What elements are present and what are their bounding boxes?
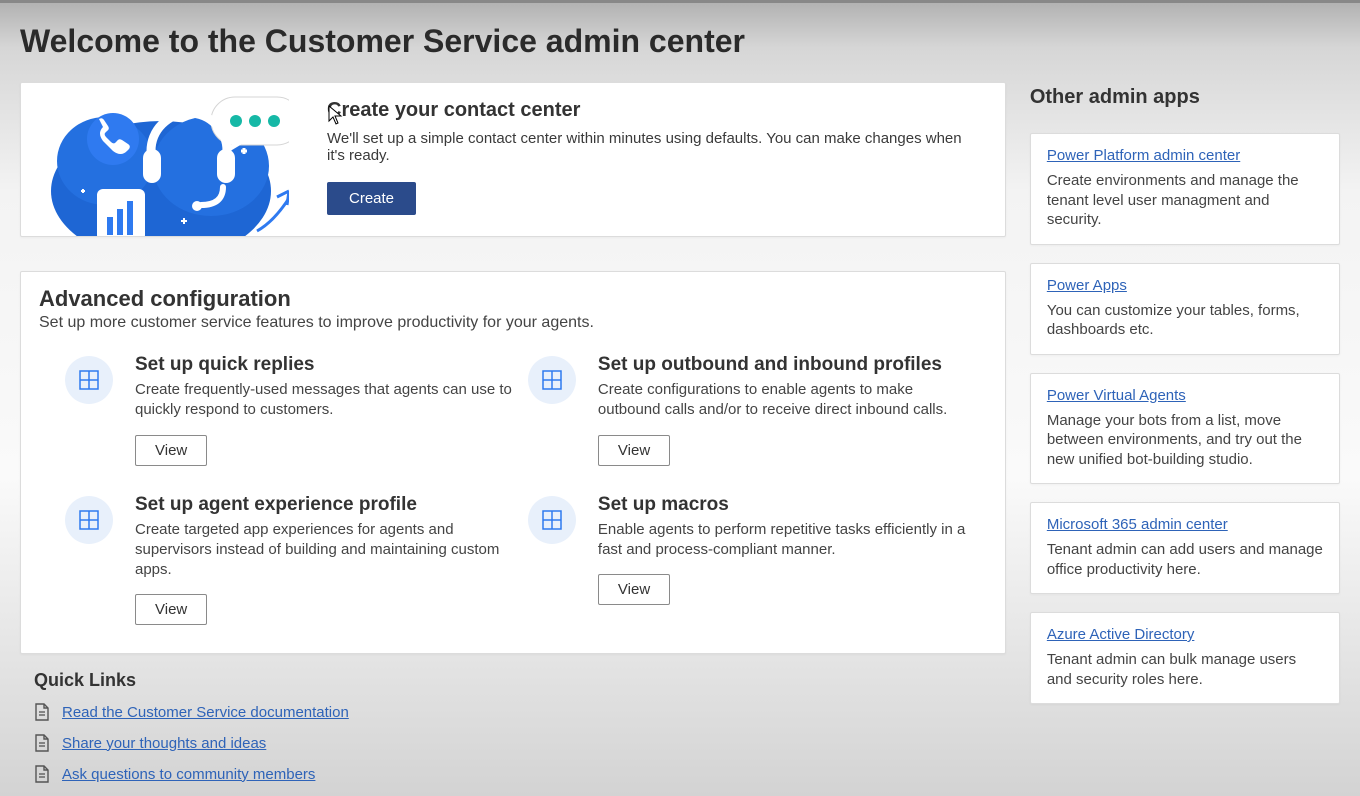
app-link-power-apps[interactable]: Power Apps — [1047, 277, 1127, 294]
app-card-power-apps: Power Apps You can customize your tables… — [1030, 263, 1340, 355]
other-admin-apps-heading: Other admin apps — [1030, 86, 1340, 109]
feature-outbound-inbound-profiles: Set up outbound and inbound profiles Cre… — [528, 354, 981, 466]
quick-link-documentation[interactable]: Read the Customer Service documentation — [62, 704, 349, 721]
app-card-power-platform: Power Platform admin center Create envir… — [1030, 133, 1340, 245]
feature-title: Set up outbound and inbound profiles — [598, 354, 978, 376]
app-desc: Tenant admin can add users and manage of… — [1047, 540, 1323, 579]
app-link-azure-ad[interactable]: Azure Active Directory — [1047, 626, 1195, 643]
quick-link-community[interactable]: Ask questions to community members — [62, 766, 315, 783]
quick-links-heading: Quick Links — [34, 670, 1006, 691]
feature-quick-replies: Set up quick replies Create frequently-u… — [65, 354, 518, 466]
advanced-heading: Advanced configuration — [39, 286, 981, 312]
advanced-subtitle: Set up more customer service features to… — [39, 314, 981, 332]
view-button[interactable]: View — [135, 435, 207, 466]
app-link-power-virtual-agents[interactable]: Power Virtual Agents — [1047, 387, 1186, 404]
feature-macros: Set up macros Enable agents to perform r… — [528, 494, 981, 626]
view-button[interactable]: View — [598, 574, 670, 605]
feature-desc: Create frequently-used messages that age… — [135, 380, 515, 421]
quick-link-item: Read the Customer Service documentation — [34, 703, 1006, 721]
document-icon — [34, 734, 50, 752]
quick-links-section: Quick Links Read the Customer Service do… — [20, 670, 1006, 783]
grid-icon — [528, 496, 576, 544]
app-desc: Tenant admin can bulk manage users and s… — [1047, 650, 1323, 689]
view-button[interactable]: View — [598, 435, 670, 466]
feature-title: Set up macros — [598, 494, 978, 516]
create-button[interactable]: Create — [327, 182, 416, 215]
grid-icon — [528, 356, 576, 404]
create-contact-center-card: Create your contact center We'll set up … — [20, 82, 1006, 237]
page-title: Welcome to the Customer Service admin ce… — [20, 23, 1340, 60]
contact-center-illustration — [21, 83, 297, 236]
quick-link-item: Share your thoughts and ideas — [34, 734, 1006, 752]
app-link-m365-admin[interactable]: Microsoft 365 admin center — [1047, 516, 1228, 533]
app-desc: You can customize your tables, forms, da… — [1047, 301, 1323, 340]
app-card-azure-ad: Azure Active Directory Tenant admin can … — [1030, 612, 1340, 704]
feature-title: Set up quick replies — [135, 354, 515, 376]
document-icon — [34, 703, 50, 721]
quick-link-feedback[interactable]: Share your thoughts and ideas — [62, 735, 266, 752]
feature-desc: Create configurations to enable agents t… — [598, 380, 978, 421]
hero-text: We'll set up a simple contact center wit… — [327, 130, 981, 164]
app-desc: Create environments and manage the tenan… — [1047, 171, 1323, 230]
grid-icon — [65, 496, 113, 544]
feature-desc: Create targeted app experiences for agen… — [135, 520, 515, 581]
document-icon — [34, 765, 50, 783]
app-card-power-virtual-agents: Power Virtual Agents Manage your bots fr… — [1030, 373, 1340, 485]
grid-icon — [65, 356, 113, 404]
app-desc: Manage your bots from a list, move betwe… — [1047, 411, 1323, 470]
app-link-power-platform[interactable]: Power Platform admin center — [1047, 147, 1240, 164]
quick-link-item: Ask questions to community members — [34, 765, 1006, 783]
feature-title: Set up agent experience profile — [135, 494, 515, 516]
feature-desc: Enable agents to perform repetitive task… — [598, 520, 978, 561]
view-button[interactable]: View — [135, 594, 207, 625]
app-card-m365-admin: Microsoft 365 admin center Tenant admin … — [1030, 502, 1340, 594]
hero-heading: Create your contact center — [327, 99, 981, 122]
advanced-configuration-card: Advanced configuration Set up more custo… — [20, 271, 1006, 654]
feature-agent-experience-profile: Set up agent experience profile Create t… — [65, 494, 518, 626]
